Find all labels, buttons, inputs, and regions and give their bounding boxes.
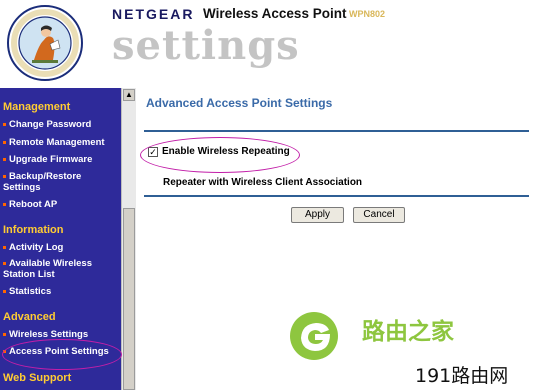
repeater-mode-label: Repeater with Wireless Client Associatio… — [163, 177, 363, 188]
bullet-icon — [3, 245, 6, 249]
watermark-url-text: 191路由网 — [415, 365, 509, 387]
sidebar-item-label: Activity Log — [9, 242, 64, 253]
watermark-logo-icon — [290, 312, 338, 360]
sidebar-item-label: Access Point Settings — [9, 346, 109, 357]
sidebar-item-label: Available Wireless Station List — [3, 258, 92, 280]
product-name: Wireless Access Point — [203, 6, 347, 21]
sidebar-item-change-password[interactable]: Change Password — [3, 119, 91, 130]
sidebar-scrollbar[interactable]: ▲ — [121, 88, 136, 390]
settings-banner: settings — [112, 22, 300, 69]
scroll-up-arrow-icon[interactable]: ▲ — [123, 89, 135, 101]
bullet-icon — [3, 140, 6, 144]
apply-button[interactable]: Apply — [291, 207, 344, 223]
sidebar-item-label: Statistics — [9, 286, 52, 297]
sidebar-item-label: Reboot AP — [9, 199, 58, 210]
sidebar-heading-management: Management — [3, 101, 71, 113]
sidebar-item-upgrade-firmware[interactable]: Upgrade Firmware — [3, 154, 92, 165]
sidebar-item-station-list[interactable]: Available Wireless Station List — [3, 258, 103, 280]
sidebar-item-label: Change Password — [9, 119, 92, 130]
netgear-seal-logo — [7, 5, 83, 81]
sidebar-item-label: Wireless Settings — [9, 329, 89, 340]
sidebar-item-label: Upgrade Firmware — [9, 154, 93, 165]
divider-top — [144, 130, 529, 132]
sidebar-item-reboot-ap[interactable]: Reboot AP — [3, 199, 57, 210]
watermark-cn-text: 路由之家 — [362, 319, 454, 345]
bullet-icon — [3, 261, 6, 265]
enable-repeating-checkbox[interactable]: ✓ — [148, 147, 158, 157]
sidebar-heading-advanced: Advanced — [3, 311, 56, 323]
sidebar-item-statistics[interactable]: Statistics — [3, 286, 51, 297]
enable-repeating-label: Enable Wireless Repeating — [162, 146, 290, 157]
divider-bottom — [144, 195, 529, 197]
bullet-icon — [3, 174, 6, 178]
sidebar-item-wireless-settings[interactable]: Wireless Settings — [3, 329, 88, 340]
sidebar-nav: Management Change Password Remote Manage… — [0, 88, 121, 390]
sidebar-item-label: Remote Management — [9, 137, 105, 148]
cancel-button[interactable]: Cancel — [353, 207, 405, 223]
sidebar-item-activity-log[interactable]: Activity Log — [3, 242, 63, 253]
sidebar-item-label: Backup/Restore Settings — [3, 171, 82, 193]
sidebar-heading-web-support: Web Support — [3, 372, 72, 384]
bullet-icon — [3, 202, 6, 206]
page-title: Advanced Access Point Settings — [146, 96, 333, 110]
scroll-thumb[interactable] — [123, 208, 135, 390]
bullet-icon — [3, 349, 6, 353]
header: NETGEAR Wireless Access Point WPN802 set… — [0, 0, 533, 86]
bullet-icon — [3, 122, 6, 126]
bullet-icon — [3, 332, 6, 336]
bullet-icon — [3, 289, 6, 293]
model-number: WPN802 — [349, 9, 386, 19]
sidebar-heading-information: Information — [3, 224, 64, 236]
sidebar-item-remote-management[interactable]: Remote Management — [3, 137, 105, 148]
sidebar-item-access-point-settings[interactable]: Access Point Settings — [3, 346, 109, 357]
sidebar-item-backup-restore[interactable]: Backup/Restore Settings — [3, 171, 103, 193]
bullet-icon — [3, 157, 6, 161]
brand-name: NETGEAR — [112, 6, 195, 22]
